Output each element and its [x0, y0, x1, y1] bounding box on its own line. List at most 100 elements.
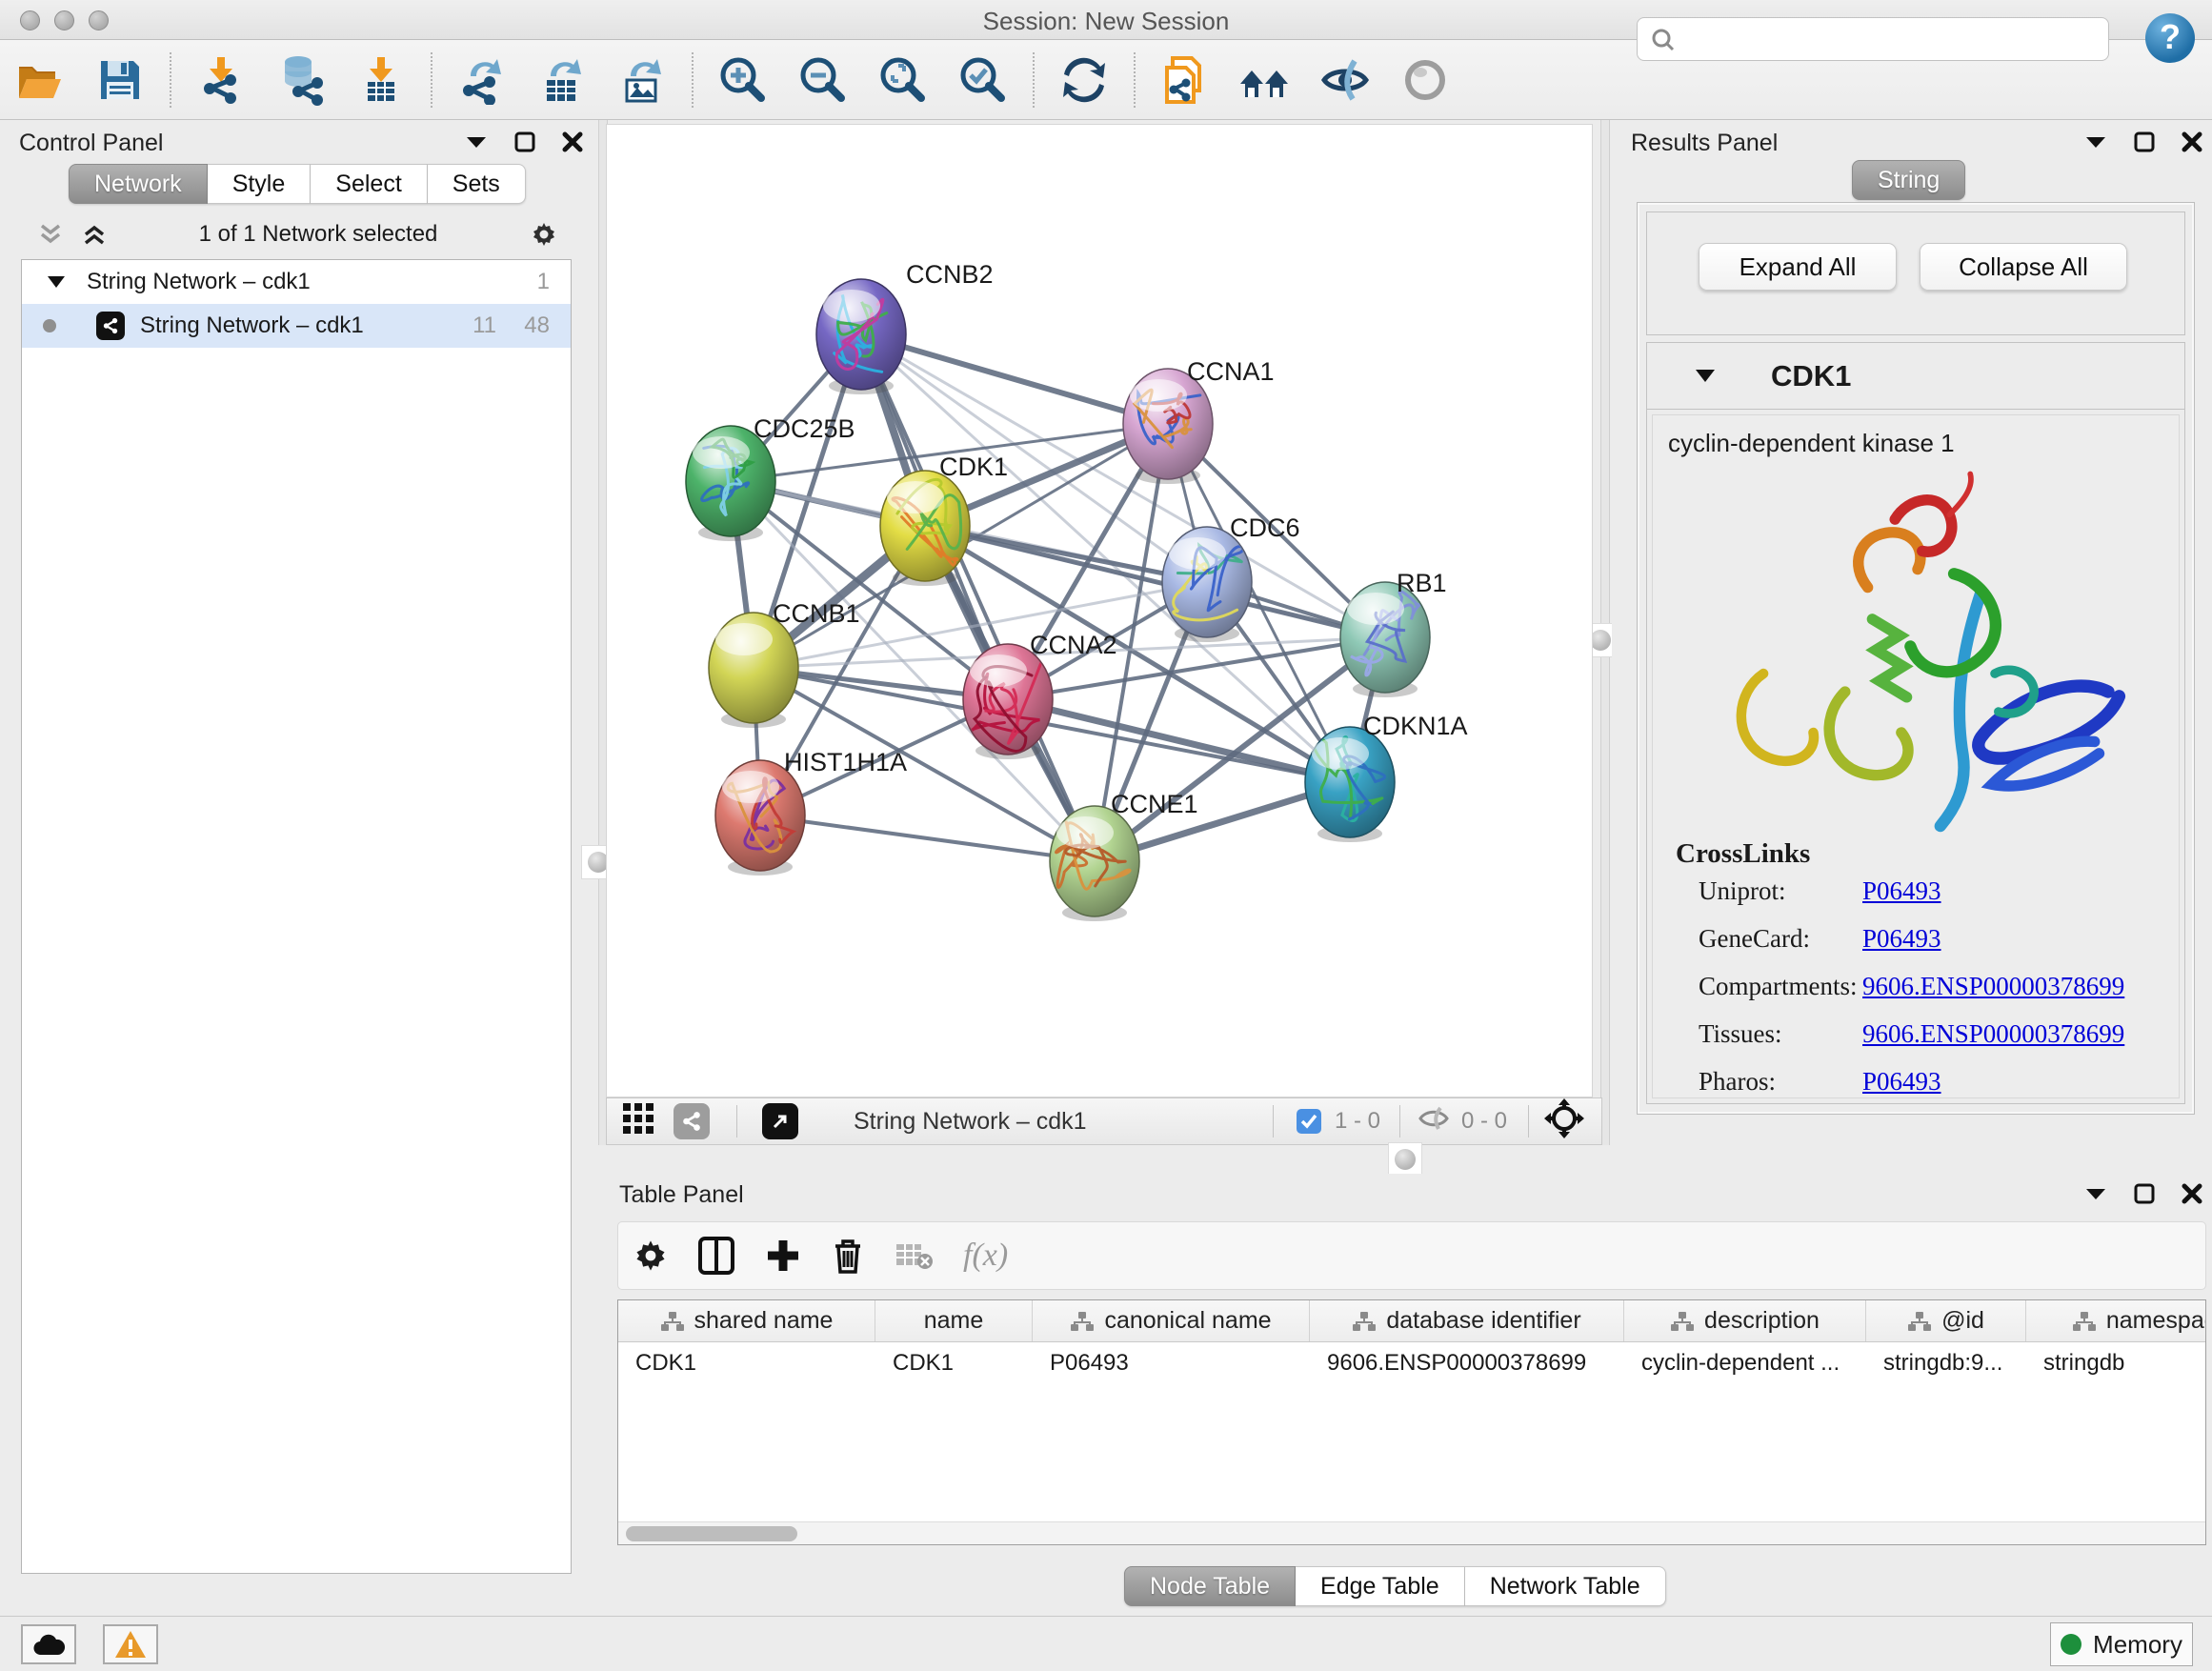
- crosslink-link[interactable]: P06493: [1862, 924, 1941, 953]
- search-input[interactable]: [1637, 17, 2109, 61]
- node-label: CCNB2: [906, 260, 994, 289]
- table-settings-gear-icon[interactable]: [633, 1238, 668, 1273]
- network-edge[interactable]: [925, 526, 1385, 637]
- gene-details: cyclin-dependent kinase 1 CrossLinks Uni…: [1652, 414, 2180, 1098]
- network-node-rb1[interactable]: RB1: [1340, 569, 1447, 697]
- network-graph: CCNB2CCNA1CDC25BCDK1CDC6RB1CCNB1CCNA2CDK…: [607, 125, 1592, 1097]
- add-column-icon[interactable]: [765, 1238, 801, 1274]
- gear-icon[interactable]: [530, 220, 558, 249]
- column-header-shared-name[interactable]: shared name: [618, 1300, 875, 1341]
- network-collection-row[interactable]: String Network – cdk1 1: [22, 260, 571, 304]
- refresh-icon[interactable]: [1057, 53, 1111, 107]
- hide-graphics-icon[interactable]: [1318, 53, 1372, 107]
- expand-all-icon[interactable]: [82, 223, 107, 246]
- network-node-hist1h1a[interactable]: HIST1H1A: [715, 748, 907, 876]
- tree-expander-icon[interactable]: [47, 275, 66, 289]
- panel-menu-icon[interactable]: [2084, 1186, 2107, 1201]
- network-edge[interactable]: [760, 815, 1095, 861]
- network-canvas[interactable]: CCNB2CCNA1CDC25BCDK1CDC6RB1CCNB1CCNA2CDK…: [606, 124, 1593, 1097]
- network-row-selected[interactable]: String Network – cdk1 11 48: [22, 304, 571, 348]
- control-panel: Control Panel Network Style Select Sets …: [0, 120, 598, 1616]
- crosslink-link[interactable]: P06493: [1862, 1067, 1941, 1096]
- help-button[interactable]: ?: [2145, 13, 2195, 63]
- horizontal-splitter-handle[interactable]: [1388, 1142, 1422, 1177]
- gene-section-header[interactable]: CDK1: [1647, 343, 2184, 410]
- zoom-in-icon[interactable]: [716, 53, 770, 107]
- zoom-fit-icon[interactable]: [876, 53, 930, 107]
- column-header-description[interactable]: description: [1624, 1300, 1866, 1341]
- network-label: String Network – cdk1: [140, 312, 364, 339]
- crosslink-link[interactable]: 9606.ENSP00000378699: [1862, 972, 2124, 1000]
- collapse-all-button[interactable]: Collapse All: [1920, 243, 2127, 291]
- tab-select[interactable]: Select: [311, 164, 427, 204]
- table-cell: CDK1: [618, 1342, 875, 1384]
- crosslink-label: Compartments:: [1699, 972, 1862, 1001]
- close-panel-icon[interactable]: [2182, 131, 2202, 152]
- toolbar-separator: [1033, 52, 1035, 108]
- crosslink-link[interactable]: P06493: [1862, 876, 1941, 905]
- table-cell: 9606.ENSP00000378699: [1310, 1342, 1624, 1384]
- delete-column-icon[interactable]: [832, 1237, 864, 1275]
- collection-label: String Network – cdk1: [87, 269, 311, 295]
- tab-network-table[interactable]: Network Table: [1465, 1566, 1666, 1606]
- results-gene-section: CDK1 cyclin-dependent kinase 1 CrossLink…: [1646, 342, 2185, 1104]
- export-network-icon[interactable]: [455, 53, 509, 107]
- column-header--id[interactable]: @id: [1866, 1300, 2026, 1341]
- warning-button[interactable]: [103, 1624, 158, 1664]
- memory-button[interactable]: Memory: [2050, 1622, 2193, 1666]
- section-collapse-icon[interactable]: [1695, 369, 1716, 383]
- table-toolbar: f(x): [617, 1221, 2206, 1290]
- column-header-database-identifier[interactable]: database identifier: [1310, 1300, 1624, 1341]
- results-outer-box: Expand All Collapse All CDK1 cyclin-depe…: [1637, 202, 2195, 1115]
- node-label: CCNB1: [773, 599, 860, 628]
- show-columns-icon[interactable]: [698, 1237, 734, 1275]
- export-table-icon[interactable]: [535, 53, 589, 107]
- selected-checkbox[interactable]: [1297, 1109, 1321, 1134]
- tab-edge-table[interactable]: Edge Table: [1296, 1566, 1465, 1606]
- tab-network[interactable]: Network: [69, 164, 208, 204]
- network-node-ccna1[interactable]: CCNA1: [1123, 357, 1275, 484]
- tab-node-table[interactable]: Node Table: [1124, 1566, 1296, 1606]
- tab-string[interactable]: String: [1852, 160, 1965, 200]
- network-node-cdkn1a[interactable]: CDKN1A: [1305, 712, 1468, 842]
- column-header-name[interactable]: name: [875, 1300, 1033, 1341]
- float-panel-icon[interactable]: [2134, 1183, 2155, 1204]
- crosslink-label: GeneCard:: [1699, 924, 1862, 954]
- collapse-all-icon[interactable]: [38, 223, 63, 246]
- float-panel-icon[interactable]: [514, 131, 535, 152]
- scrollbar-thumb[interactable]: [626, 1526, 797, 1541]
- sphere-icon[interactable]: [1398, 53, 1452, 107]
- tab-sets[interactable]: Sets: [428, 164, 526, 204]
- network-node-cdc6[interactable]: CDC6: [1162, 513, 1300, 642]
- network-edge[interactable]: [861, 334, 1095, 861]
- save-session-icon[interactable]: [93, 53, 147, 107]
- import-network-database-icon[interactable]: [274, 53, 328, 107]
- export-image-icon[interactable]: [615, 53, 669, 107]
- table-row[interactable]: CDK1CDK1P064939606.ENSP00000378699cyclin…: [618, 1342, 2206, 1384]
- zoom-selected-icon[interactable]: [956, 53, 1010, 107]
- close-panel-icon[interactable]: [2182, 1183, 2202, 1204]
- table-horizontal-scrollbar[interactable]: [618, 1521, 2205, 1544]
- hidden-eye-icon[interactable]: [1418, 1106, 1450, 1137]
- birdseye-icon[interactable]: [1544, 1098, 1584, 1145]
- close-panel-icon[interactable]: [562, 131, 583, 152]
- houses-icon[interactable]: [1238, 53, 1292, 107]
- crosslink-link[interactable]: 9606.ENSP00000378699: [1862, 1019, 2124, 1048]
- panel-menu-icon[interactable]: [465, 134, 488, 150]
- detach-view-icon[interactable]: [762, 1103, 798, 1139]
- expand-all-button[interactable]: Expand All: [1699, 243, 1897, 291]
- open-session-icon[interactable]: [13, 53, 67, 107]
- tab-style[interactable]: Style: [208, 164, 312, 204]
- clone-network-icon[interactable]: [1158, 53, 1212, 107]
- column-header-namespace[interactable]: namespace: [2026, 1300, 2206, 1341]
- grid-view-icon[interactable]: [622, 1102, 654, 1141]
- float-panel-icon[interactable]: [2134, 131, 2155, 152]
- panel-menu-icon[interactable]: [2084, 134, 2107, 150]
- string-view-icon[interactable]: [674, 1103, 710, 1139]
- column-header-canonical-name[interactable]: canonical name: [1033, 1300, 1310, 1341]
- import-network-file-icon[interactable]: [194, 53, 248, 107]
- network-edge[interactable]: [861, 334, 1168, 424]
- zoom-out-icon[interactable]: [796, 53, 850, 107]
- cloud-button[interactable]: [21, 1624, 76, 1664]
- import-table-file-icon[interactable]: [354, 53, 408, 107]
